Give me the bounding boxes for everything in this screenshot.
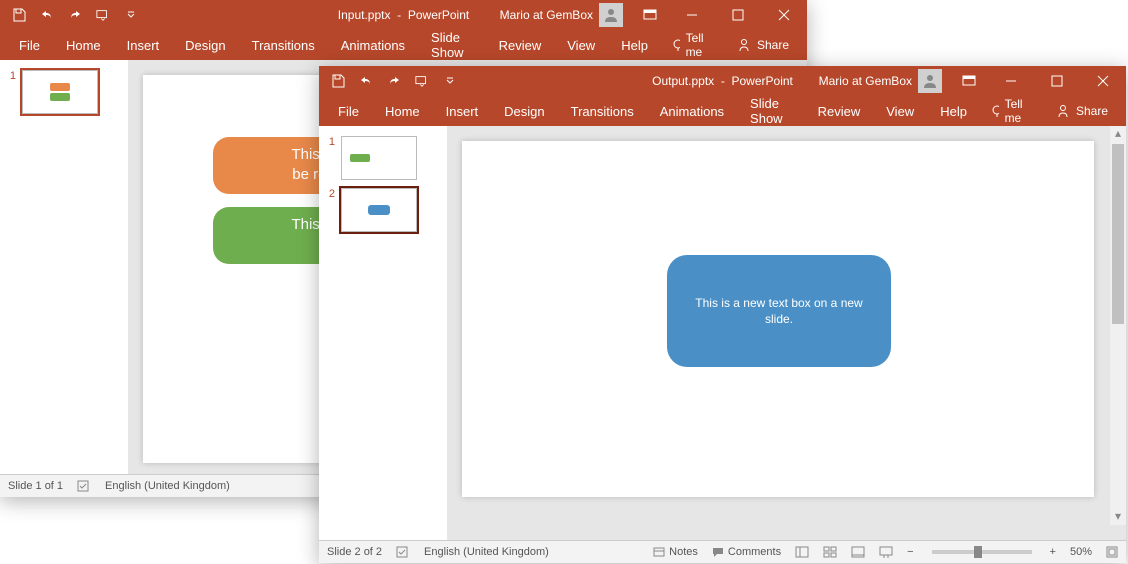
notes-button[interactable]: Notes [653,546,698,558]
lightbulb-icon [990,104,999,118]
minimize-button[interactable] [988,66,1034,96]
save-icon[interactable] [12,8,26,22]
view-normal-icon[interactable] [795,546,809,558]
spellcheck-icon[interactable] [77,479,91,493]
slide-canvas[interactable]: This is a new text box on a new slide. [447,126,1110,541]
comments-button[interactable]: Comments [712,546,781,558]
tab-help[interactable]: Help [927,96,980,126]
zoom-out-icon[interactable]: − [907,546,913,558]
redo-icon[interactable] [387,74,401,88]
window-title: Output.pptx - PowerPoint [652,74,793,88]
statusbar: Slide 2 of 2 English (United Kingdom) No… [319,540,1126,563]
tab-home[interactable]: Home [53,30,114,60]
scroll-up-icon[interactable]: ▴ [1110,126,1126,142]
slide-counter: Slide 2 of 2 [327,546,382,558]
tell-me[interactable]: Tell me [661,31,719,59]
zoom-slider[interactable] [932,550,1032,554]
close-button[interactable] [761,0,807,30]
slide-thumbnail[interactable] [341,188,417,232]
tab-review[interactable]: Review [486,30,555,60]
share-icon [737,38,751,52]
tab-transitions[interactable]: Transitions [239,30,328,60]
language-status[interactable]: English (United Kingdom) [424,546,549,558]
tab-file[interactable]: File [325,96,372,126]
zoom-level[interactable]: 50% [1070,546,1092,558]
avatar [918,69,942,93]
undo-icon[interactable] [40,8,54,22]
tab-help[interactable]: Help [608,30,661,60]
titlebar: Input.pptx - PowerPoint Mario at GemBox [0,0,807,30]
tab-home[interactable]: Home [372,96,433,126]
undo-icon[interactable] [359,74,373,88]
thumb-number: 1 [6,70,16,82]
tab-insert[interactable]: Insert [114,30,173,60]
view-reading-icon[interactable] [851,546,865,558]
zoom-in-icon[interactable]: + [1050,546,1056,558]
user-account[interactable]: Mario at GemBox [811,69,950,93]
redo-icon[interactable] [68,8,82,22]
ribbon-tabs: File Home Insert Design Transitions Anim… [319,96,1126,126]
qat-more-icon[interactable] [124,8,138,22]
powerpoint-window-output: Output.pptx - PowerPoint Mario at GemBox… [319,66,1126,563]
slide-thumbnail-panel: 1 [0,60,129,475]
text-box-blue[interactable]: This is a new text box on a new slide. [667,255,891,367]
qat-more-icon[interactable] [443,74,457,88]
tab-animations[interactable]: Animations [328,30,418,60]
scroll-down-icon[interactable]: ▾ [1110,509,1126,525]
view-sorter-icon[interactable] [823,546,837,558]
language-status[interactable]: English (United Kingdom) [105,480,230,492]
spellcheck-icon[interactable] [396,545,410,559]
vertical-scrollbar[interactable]: ▴ ▾ [1110,126,1126,525]
tab-view[interactable]: View [873,96,927,126]
tab-file[interactable]: File [6,30,53,60]
tab-design[interactable]: Design [491,96,557,126]
maximize-button[interactable] [715,0,761,30]
avatar [599,3,623,27]
slide-counter: Slide 1 of 1 [8,480,63,492]
minimize-button[interactable] [669,0,715,30]
save-icon[interactable] [331,74,345,88]
thumb-number: 1 [325,136,335,148]
slide-thumbnail-panel: 1 2 [319,126,448,541]
start-from-beginning-icon[interactable] [96,8,110,22]
maximize-button[interactable] [1034,66,1080,96]
tab-transitions[interactable]: Transitions [558,96,647,126]
share-icon [1056,104,1070,118]
close-button[interactable] [1080,66,1126,96]
titlebar: Output.pptx - PowerPoint Mario at GemBox [319,66,1126,96]
user-account[interactable]: Mario at GemBox [492,3,631,27]
ribbon-display-options-icon[interactable] [954,66,984,96]
lightbulb-icon [671,38,680,52]
thumb-number: 2 [325,188,335,200]
tab-slideshow[interactable]: Slide Show [737,96,805,126]
tab-design[interactable]: Design [172,30,238,60]
slide-thumbnail[interactable] [22,70,98,114]
ribbon-display-options-icon[interactable] [635,0,665,30]
tell-me[interactable]: Tell me [980,97,1038,125]
tab-insert[interactable]: Insert [433,96,492,126]
slide-thumbnail[interactable] [341,136,417,180]
start-from-beginning-icon[interactable] [415,74,429,88]
tab-view[interactable]: View [554,30,608,60]
fit-to-window-icon[interactable] [1106,546,1118,558]
tab-animations[interactable]: Animations [647,96,737,126]
ribbon-tabs: File Home Insert Design Transitions Anim… [0,30,807,60]
share-button[interactable]: Share [725,38,801,52]
tab-review[interactable]: Review [805,96,874,126]
share-button[interactable]: Share [1044,104,1120,118]
window-title: Input.pptx - PowerPoint [338,8,469,22]
scroll-thumb[interactable] [1112,144,1124,324]
view-slideshow-icon[interactable] [879,546,893,558]
tab-slideshow[interactable]: Slide Show [418,30,486,60]
